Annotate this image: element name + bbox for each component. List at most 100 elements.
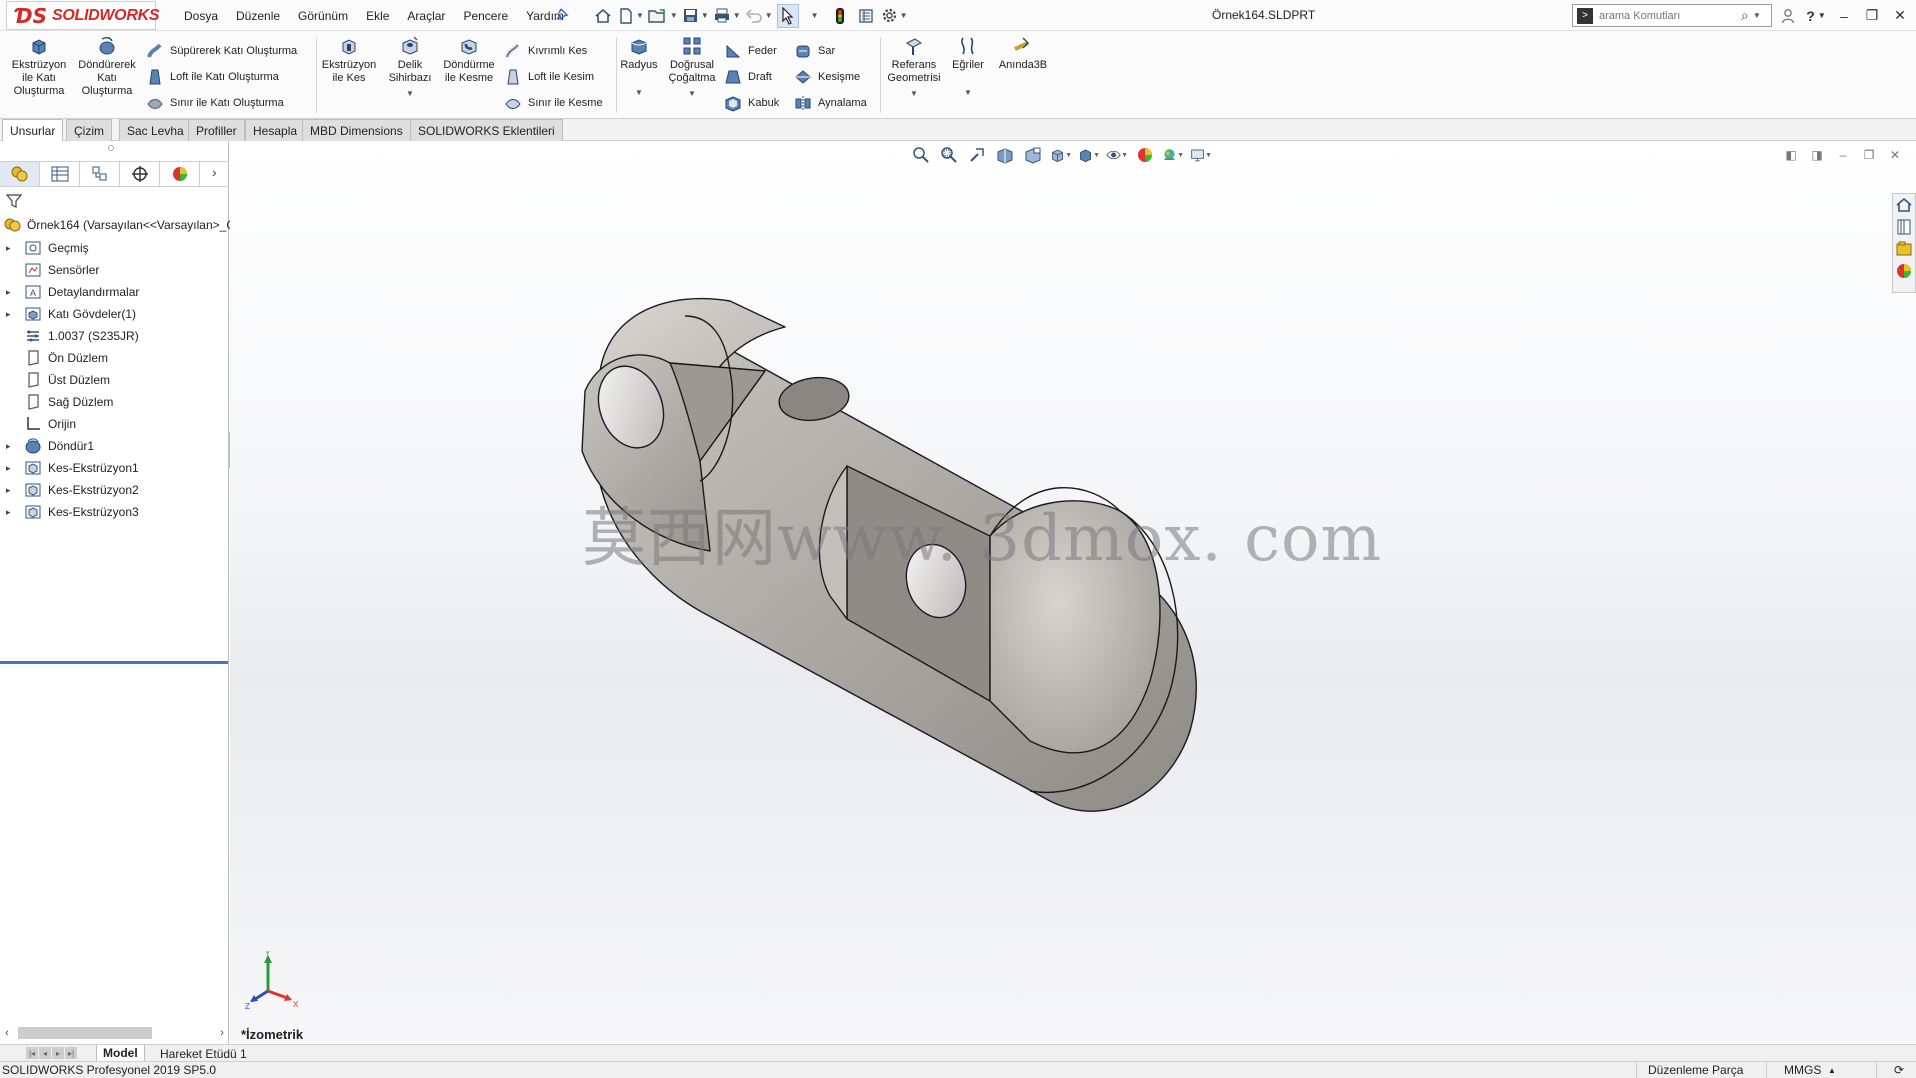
user-account-button[interactable] <box>1778 5 1798 27</box>
panel-horizontal-scrollbar[interactable]: ‹ › <box>0 1023 229 1043</box>
wrap-button[interactable]: Sar <box>794 41 835 61</box>
tab-mbd-dimensions[interactable]: MBD Dimensions <box>302 119 411 141</box>
help-button[interactable]: ? ▼ <box>1806 5 1826 27</box>
tree-item[interactable]: Orijin <box>0 413 229 435</box>
pin-menu-icon[interactable] <box>555 7 573 23</box>
menu-tools[interactable]: Araçlar <box>398 9 454 23</box>
shell-button[interactable]: Kabuk <box>724 93 779 113</box>
extrude-cut-button[interactable]: Ekstrüzyon ile Kes <box>320 35 378 85</box>
linear-pattern-button[interactable]: Doğrusal Çoğaltma ▼ <box>664 35 720 100</box>
undo-button[interactable]: ▼ <box>745 4 773 28</box>
minimize-button[interactable]: – <box>1834 5 1854 27</box>
loft-boss-button[interactable]: Loft ile Katı Oluşturma <box>146 67 279 87</box>
extrude-boss-button[interactable]: Ekstrüzyon ile Katı Oluşturma <box>10 35 68 98</box>
home-button[interactable] <box>592 4 614 28</box>
tree-item[interactable]: ▸ Kes-Ekstrüzyon2 <box>0 479 229 501</box>
panel-handle[interactable] <box>108 145 114 151</box>
expand-arrow-icon[interactable]: ▸ <box>6 309 11 320</box>
rib-button[interactable]: Feder <box>724 41 777 61</box>
revolve-cut-button[interactable]: Döndürme ile Kesme <box>440 35 498 85</box>
draft-button[interactable]: Draft <box>724 67 772 87</box>
search-input[interactable] <box>1599 9 1739 22</box>
tree-item[interactable]: ▸ Kes-Ekstrüzyon1 <box>0 457 229 479</box>
tree-item[interactable]: Üst Düzlem <box>0 369 229 391</box>
expand-arrow-icon[interactable]: ▸ <box>6 243 11 254</box>
mirror-button[interactable]: Aynalama <box>794 93 867 113</box>
curves-button[interactable]: Eğriler ▼ <box>948 35 988 99</box>
tab-motion-study[interactable]: Hareket Etüdü 1 <box>154 1045 253 1062</box>
instant3d-button[interactable]: Anında3B <box>994 35 1052 72</box>
last-tab-icon[interactable]: ▸| <box>65 1047 77 1059</box>
expand-arrow-icon[interactable]: ▸ <box>6 441 11 452</box>
swept-cut-button[interactable]: Kıvrımlı Kes <box>504 41 587 61</box>
restore-button[interactable]: ❐ <box>1862 5 1882 27</box>
configuration-manager-tab[interactable] <box>80 162 120 186</box>
status-help-icon[interactable]: ⟳ <box>1894 1063 1904 1077</box>
loft-cut-button[interactable]: Loft ile Kesim <box>504 67 594 87</box>
dimxpert-tab[interactable] <box>120 162 160 186</box>
search-box[interactable]: > ⌕ ▼ <box>1572 4 1772 27</box>
tree-item[interactable]: Sensörler <box>0 259 229 281</box>
tree-item[interactable]: ▸ Döndür1 <box>0 435 229 457</box>
search-options-dropdown[interactable]: ▼ <box>1753 11 1761 20</box>
property-manager-tab[interactable] <box>40 162 80 186</box>
expand-arrow-icon[interactable]: ▸ <box>6 507 11 518</box>
tree-item[interactable]: ▸ A Detaylandırmalar <box>0 281 229 303</box>
filter-icon[interactable] <box>6 193 22 209</box>
tree-item[interactable]: Ön Düzlem <box>0 347 229 369</box>
tab-sketch[interactable]: Çizim <box>66 119 112 141</box>
menu-file[interactable]: Dosya <box>175 9 227 23</box>
menu-edit[interactable]: Düzenle <box>227 9 289 23</box>
scroll-right-icon[interactable]: › <box>215 1027 229 1039</box>
scroll-thumb[interactable] <box>18 1027 152 1039</box>
tree-item[interactable]: ▸ Geçmiş <box>0 237 229 259</box>
boundary-cut-button[interactable]: Sınır ile Kesme <box>504 93 603 113</box>
revolve-boss-button[interactable]: Döndürerek Katı Oluşturma <box>74 35 140 98</box>
tab-sheet-metal[interactable]: Sac Levha <box>119 119 192 141</box>
expand-arrow-icon[interactable]: ▸ <box>6 485 11 496</box>
prev-tab-icon[interactable]: ◂ <box>39 1047 51 1059</box>
graphics-area[interactable]: ▼ ▼ ▼ ▼ ▼ ◧ ◨ – ❐ ✕ 莫西网www. 3dmox. com Y… <box>230 141 1916 1044</box>
feature-manager-tab[interactable] <box>0 162 40 186</box>
save-button[interactable]: ▼ <box>682 4 709 28</box>
fillet-button[interactable]: Radyus ▼ <box>618 35 660 99</box>
print-button[interactable]: ▼ <box>713 4 741 28</box>
first-tab-icon[interactable]: |◂ <box>26 1047 38 1059</box>
tree-item[interactable]: ▸ Kes-Ekstrüzyon3 <box>0 501 229 523</box>
tab-features[interactable]: Unsurlar <box>2 119 64 141</box>
tab-solidworks-addins[interactable]: SOLIDWORKS Eklentileri <box>410 119 563 141</box>
scroll-left-icon[interactable]: ‹ <box>0 1027 14 1039</box>
tab-evaluate[interactable]: Hesapla <box>245 119 306 141</box>
open-button[interactable]: ▼ <box>648 4 678 28</box>
expand-arrow-icon[interactable]: ▸ <box>6 287 11 298</box>
tree-item[interactable]: Sağ Düzlem <box>0 391 229 413</box>
rebuild-button[interactable] <box>829 4 851 28</box>
new-document-button[interactable]: ▼ <box>618 4 644 28</box>
select-options-dropdown[interactable]: ▼ <box>803 4 825 28</box>
menu-window[interactable]: Pencere <box>454 9 517 23</box>
rollback-bar[interactable] <box>0 661 228 664</box>
menu-view[interactable]: Görünüm <box>289 9 357 23</box>
part-model[interactable] <box>230 141 1916 1044</box>
intersect-button[interactable]: Kesişme <box>794 67 860 87</box>
search-icon[interactable]: ⌕ <box>1741 7 1749 24</box>
chevron-right-icon[interactable]: › <box>212 164 217 180</box>
units-dropdown-icon[interactable]: ▲ <box>1828 1066 1836 1075</box>
display-manager-tab[interactable] <box>160 162 200 186</box>
reference-geometry-button[interactable]: Referans Geometrisi ▼ <box>884 35 944 100</box>
select-button[interactable] <box>776 3 799 28</box>
options-button[interactable]: ▼ <box>881 4 908 28</box>
tree-item[interactable]: 1.0037 (S235JR) <box>0 325 229 347</box>
boundary-boss-button[interactable]: Sınır ile Katı Oluşturma <box>146 93 284 113</box>
hole-wizard-button[interactable]: Delik Sihirbazı ▼ <box>382 35 438 100</box>
tab-weldments[interactable]: Profiller <box>188 119 245 141</box>
file-properties-button[interactable] <box>855 4 877 28</box>
swept-boss-button[interactable]: Süpürerek Katı Oluşturma <box>146 41 297 61</box>
close-button[interactable]: ✕ <box>1890 5 1910 27</box>
solidworks-logo[interactable]: ƊS SOLIDWORKS <box>6 1 160 30</box>
tree-item[interactable]: ▸ Katı Gövdeler(1) <box>0 303 229 325</box>
tree-root-part[interactable]: Örnek164 (Varsayılan<<Varsayılan>_G <box>4 216 236 234</box>
tab-model[interactable]: Model <box>96 1045 145 1062</box>
menu-insert[interactable]: Ekle <box>357 9 398 23</box>
expand-arrow-icon[interactable]: ▸ <box>6 463 11 474</box>
